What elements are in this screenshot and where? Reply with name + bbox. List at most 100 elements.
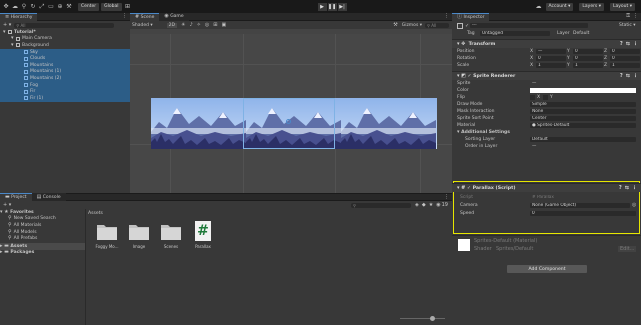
transform-x-field[interactable]: 0 [536, 55, 566, 62]
create-asset-button[interactable]: + ▾ [3, 202, 11, 208]
favorite-item[interactable]: ⚲ All Models [0, 229, 85, 236]
hierarchy-item[interactable]: ▾ Tutorial* [0, 29, 130, 36]
transform-header[interactable]: ▾ ✥ Transform ? ⇆ ⋮ [452, 39, 641, 48]
preset-icon[interactable]: ⇆ [626, 73, 630, 79]
sorting-layer-dropdown[interactable]: Default [530, 136, 636, 143]
hierarchy-item[interactable]: ▾ Background [0, 42, 130, 49]
object-picker-icon[interactable]: ◎ [632, 203, 636, 208]
sort-point-dropdown[interactable]: Center [530, 115, 636, 122]
pivot-center-button[interactable]: Center [78, 2, 100, 11]
pivot-global-button[interactable]: Global [101, 2, 122, 11]
hierarchy-item[interactable]: ▾ Main Camera [0, 36, 130, 43]
favorite-item[interactable]: ⚲ New Saved Search [0, 216, 85, 223]
zoom-slider[interactable] [400, 316, 445, 321]
static-toggle[interactable]: Static ▾ [619, 23, 636, 28]
pause-button[interactable]: ❚❚ [327, 2, 337, 11]
hierarchy-item[interactable]: Mountains (2) [0, 75, 130, 82]
active-checkbox[interactable]: ✓ [465, 23, 469, 29]
component-menu-icon[interactable]: ⋮ [633, 73, 638, 79]
mode-2d-toggle[interactable]: 2D [166, 22, 177, 28]
layers-dropdown[interactable]: Layers ▾ [579, 2, 604, 11]
gizmos-dropdown[interactable]: Gizmos ▾ [402, 23, 422, 28]
tag-dropdown[interactable]: Untagged [480, 30, 550, 37]
color-swatch[interactable] [530, 88, 636, 93]
transform-z-field[interactable]: 1 [610, 62, 640, 69]
audio-icon[interactable]: ♪ [189, 22, 192, 28]
cloud-icon[interactable]: ☁ [12, 3, 18, 10]
flip-y-checkbox[interactable] [543, 95, 548, 100]
hierarchy-item[interactable]: Clouds [0, 55, 130, 62]
transform-y-field[interactable]: 1 [573, 62, 603, 69]
sprite-field[interactable]: — [530, 81, 636, 87]
snap-icon[interactable]: ⊞ [125, 3, 131, 10]
add-component-button[interactable]: Add Component [507, 265, 587, 273]
inspector-menu-icon[interactable]: ⋮ [633, 14, 638, 19]
transform-z-field[interactable]: 0 [610, 48, 640, 55]
camera-icon[interactable]: ▣ [221, 22, 226, 28]
scene-viewport[interactable] [130, 34, 452, 193]
order-in-layer-field[interactable]: — [530, 144, 636, 150]
lighting-icon[interactable]: ☀ [181, 22, 185, 28]
add-object-button[interactable]: + ▾ [3, 22, 11, 28]
visibility-icon[interactable]: ◉ [436, 202, 440, 208]
transform-x-field[interactable]: — [536, 48, 566, 55]
lock-icon[interactable]: ⚿ [626, 14, 630, 19]
lock-icon[interactable]: ⚲ [21, 3, 27, 10]
asset-item[interactable]: Foggy Mo... [92, 221, 122, 255]
sprite-renderer-header[interactable]: ▾ ◩ ✓ Sprite Renderer ? ⇆ ⋮ [452, 71, 641, 80]
filter-type-icon[interactable]: ◈ [415, 202, 419, 208]
step-button[interactable]: ▶| [337, 2, 347, 11]
transform-x-field[interactable]: 1 [536, 62, 566, 69]
object-name-field[interactable]: --- [470, 22, 588, 29]
hierarchy-item[interactable]: Fir (1) [0, 94, 130, 102]
preset-icon[interactable]: ⇆ [625, 185, 629, 191]
move-tool-icon[interactable]: ✥ [3, 3, 9, 10]
favorites-foldout[interactable]: ▾ ★ Favorites [0, 209, 85, 216]
tab-scene[interactable]: # Scene [130, 12, 160, 21]
packages-folder[interactable]: ▸ ▬ Packages [0, 250, 85, 257]
asset-item[interactable]: Image [124, 221, 154, 255]
zoom-slider-thumb[interactable] [430, 316, 435, 321]
component-menu-icon[interactable]: ⋮ [632, 185, 637, 191]
help-icon[interactable]: ? [620, 73, 623, 79]
additional-settings-foldout[interactable]: ▾ Additional Settings [452, 129, 641, 136]
draw-mode-dropdown[interactable]: Simple [530, 101, 636, 108]
help-icon[interactable]: ? [619, 185, 622, 191]
layout-dropdown[interactable]: Layout ▾ [610, 2, 636, 11]
component-menu-icon[interactable]: ⋮ [633, 41, 638, 47]
project-menu-icon[interactable]: ⋮ [444, 194, 449, 200]
speed-field[interactable]: 0 [530, 210, 636, 217]
hierarchy-search-input[interactable]: ⚲ All [14, 22, 115, 28]
help-icon[interactable]: ? [620, 41, 623, 47]
preset-icon[interactable]: ⇆ [626, 41, 630, 47]
collab-cloud-icon[interactable]: ☁ [536, 3, 542, 10]
transform-z-field[interactable]: 0 [610, 55, 640, 62]
material-field[interactable]: ● Sprites-Default [530, 122, 636, 129]
shader-edit-button[interactable]: Edit... [618, 246, 637, 252]
parallax-header[interactable]: ▾ # ✓ Parallax (Script) ? ⇆ ⋮ [452, 183, 641, 192]
custom-tool-icon[interactable]: ⚒ [66, 3, 72, 10]
project-breadcrumb[interactable]: Assets [88, 211, 103, 216]
star-icon[interactable]: ★ [429, 202, 433, 208]
layer-dropdown[interactable]: Default [573, 31, 589, 36]
component-enabled-checkbox[interactable]: ✓ [468, 74, 472, 79]
transform-tool-icon[interactable]: ⊕ [57, 3, 63, 10]
refresh-icon[interactable]: ↻ [30, 3, 36, 10]
camera-field[interactable]: None (Game Object) [530, 202, 630, 209]
grid-icon[interactable]: ⊞ [213, 22, 217, 28]
tab-hierarchy[interactable]: ≡ Hierarchy [0, 12, 38, 21]
play-button[interactable]: ▶ [317, 2, 327, 11]
tab-game[interactable]: ◉ Game [159, 12, 189, 21]
component-enabled-checkbox[interactable]: ✓ [467, 186, 471, 191]
scale-tool-icon[interactable]: ⤢ [39, 3, 45, 10]
assets-folder[interactable]: ▸ ▬ Assets [0, 242, 85, 250]
favorite-item[interactable]: ⚲ All Prefabs [0, 235, 85, 242]
asset-item[interactable]: Scenes [156, 221, 186, 255]
project-search-input[interactable]: ⚲ [351, 202, 412, 208]
hierarchy-item[interactable]: Mountains (1) [0, 68, 130, 76]
mask-dropdown[interactable]: None [530, 108, 636, 115]
pivot-handle[interactable] [286, 119, 291, 124]
filter-label-icon[interactable]: ◆ [422, 202, 426, 208]
tab-console[interactable]: ▤ Console [31, 193, 66, 201]
tab-inspector[interactable]: ⓘ Inspector [452, 12, 490, 21]
